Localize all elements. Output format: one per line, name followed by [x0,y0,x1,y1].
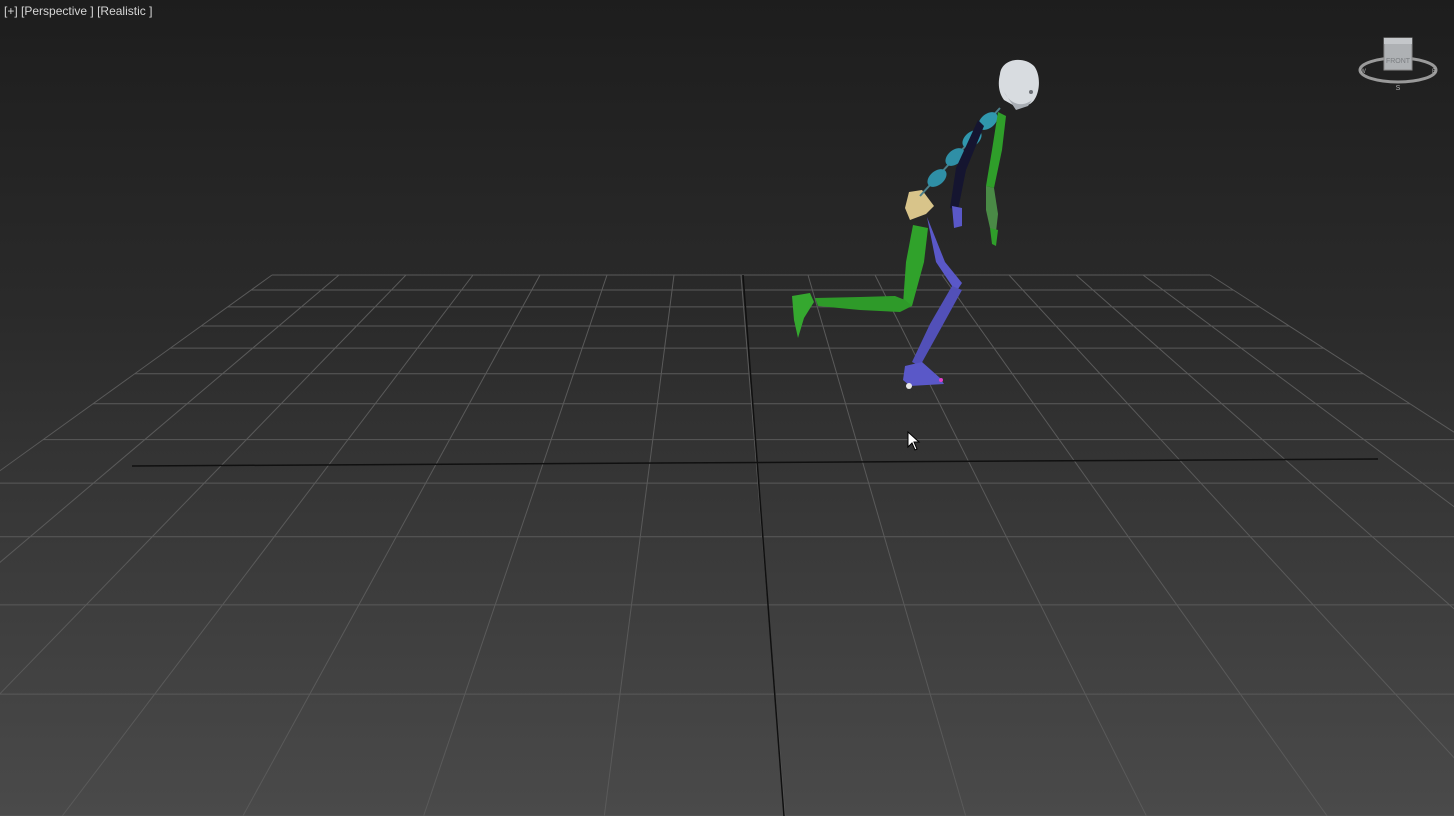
grid-axis-y [742,274,785,816]
perspective-viewport[interactable] [0,0,1454,816]
left-leg[interactable] [792,225,928,338]
grid-line [0,274,407,695]
viewcube-compass-east: E [1432,69,1436,75]
grid-line [423,274,608,816]
grid-line [807,274,967,816]
grid-line [0,274,340,563]
grid-line [603,274,675,816]
head[interactable] [998,59,1039,110]
grid-line [61,274,474,816]
left-arm[interactable] [986,112,1006,246]
viewcube-icon[interactable]: FRONT S W E [1356,34,1440,94]
grid-line [1142,274,1454,508]
biped-figure[interactable] [792,59,1039,389]
pelvis[interactable] [905,190,934,220]
grid-line [242,274,541,816]
viewcube-face-label: FRONT [1386,58,1411,65]
viewcube-compass-west: W [1360,69,1366,75]
grid-axis-x [131,458,1379,467]
home-grid [0,274,1454,816]
arrow-cursor-icon [907,431,921,451]
grid-line [1209,274,1454,433]
viewcube-compass-south: S [1396,85,1401,92]
grid-line [941,274,1328,816]
grid-line [1075,274,1454,610]
grid-line [1008,274,1454,759]
grid-line [0,274,273,472]
